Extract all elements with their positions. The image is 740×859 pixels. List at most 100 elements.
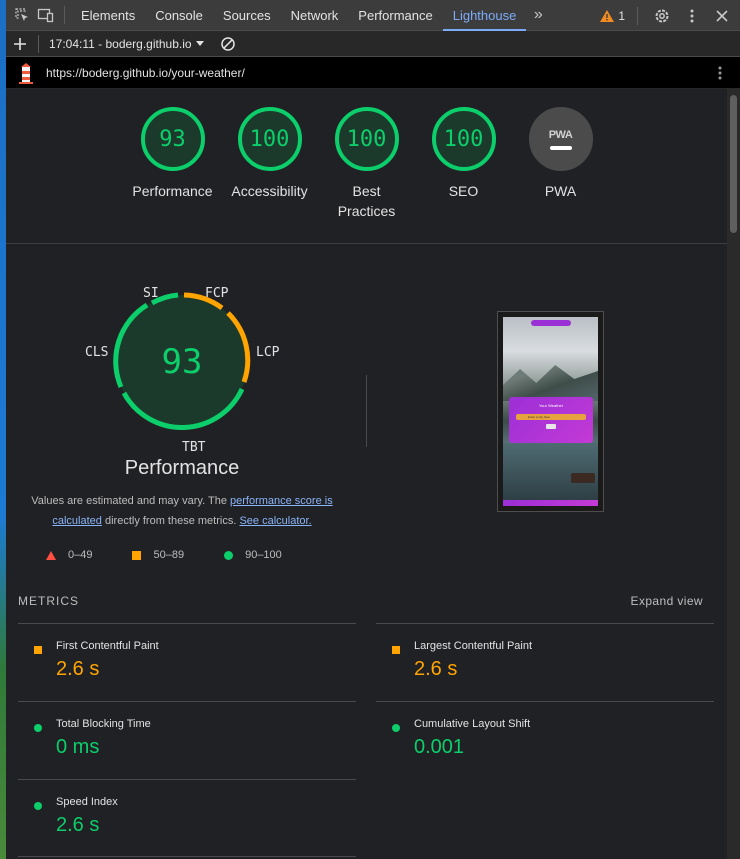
screenshot-input: Enter a city here	[516, 414, 586, 420]
report-menu-icon[interactable]	[718, 66, 722, 83]
close-devtools-icon[interactable]	[710, 4, 734, 28]
average-square-icon	[392, 646, 400, 654]
vertical-divider	[366, 375, 367, 447]
gauge-label: SEO	[448, 183, 479, 199]
metric-largest-contentful-paint: Largest Contentful Paint 2.6 s	[376, 623, 714, 701]
expand-view-toggle[interactable]: Expand view	[631, 594, 703, 608]
lighthouse-toolbar: 17:04:11 - boderg.github.io	[6, 31, 740, 57]
section-divider	[6, 243, 727, 244]
pwa-dash-icon	[549, 145, 572, 150]
gauge-label-si: SI	[143, 286, 159, 301]
tab-sources[interactable]: Sources	[213, 0, 281, 31]
score-legend: 0–49 50–89 90–100	[46, 549, 282, 561]
tab-console[interactable]: Console	[145, 0, 213, 31]
legend-pass: 90–100	[224, 549, 282, 561]
warning-count: 1	[618, 8, 625, 23]
screenshot-boat	[571, 473, 595, 483]
gauge-score: 93	[140, 107, 205, 171]
legend-fail: 0–49	[46, 549, 92, 561]
pass-circle-icon	[34, 802, 42, 810]
metric-value: 0.001	[414, 736, 465, 758]
settings-gear-icon[interactable]	[650, 4, 674, 28]
screenshot-input-text: Enter a city here	[528, 415, 550, 419]
metric-value: 0 ms	[56, 736, 100, 758]
metric-name: Speed Index	[56, 796, 118, 808]
gauge-seo[interactable]: 100 SEO	[431, 107, 496, 221]
gauge-label-fcp: FCP	[205, 286, 229, 301]
see-calculator-link[interactable]: See calculator.	[239, 515, 311, 527]
metric-name: Largest Contentful Paint	[414, 640, 533, 652]
pwa-badge: PWA	[528, 107, 593, 171]
gauge-score: 100	[431, 107, 496, 171]
inspect-element-icon[interactable]	[10, 3, 34, 27]
legend-pass-label: 90–100	[245, 549, 282, 561]
gauge-accessibility[interactable]: 100 Accessibility	[231, 107, 308, 221]
toolbar2-separator	[38, 34, 39, 53]
device-toolbar-icon[interactable]	[34, 3, 58, 27]
clear-reports-icon[interactable]	[216, 32, 240, 56]
legend-average: 50–89	[132, 549, 184, 561]
gauge-pwa[interactable]: PWA PWA	[528, 107, 593, 221]
performance-metric-gauge: 93	[113, 292, 251, 430]
legend-fail-label: 0–49	[68, 549, 93, 561]
tab-separator	[64, 6, 65, 24]
metric-name: First Contentful Paint	[56, 640, 159, 652]
gauge-score: 100	[334, 107, 399, 171]
chevron-down-icon	[195, 40, 204, 46]
more-options-icon[interactable]	[680, 4, 704, 28]
tab-network[interactable]: Network	[281, 0, 349, 31]
gauge-label: Best Practices	[337, 183, 396, 219]
final-screenshot[interactable]: Your Weather Enter a city here	[497, 311, 604, 512]
gauge-best-practices[interactable]: 100 Best Practices	[334, 107, 399, 221]
pass-circle-icon	[34, 724, 42, 732]
screenshot-mountains	[503, 365, 598, 401]
report-url-bar: https://boderg.github.io/your-weather/	[6, 57, 740, 88]
screenshot-top-pill	[531, 320, 571, 326]
more-tabs-icon[interactable]: »	[526, 3, 550, 27]
metric-first-contentful-paint: First Contentful Paint 2.6 s	[18, 623, 356, 701]
gauge-label-lcp: LCP	[256, 345, 280, 360]
tab-lighthouse[interactable]: Lighthouse	[442, 0, 527, 31]
main-gauge-score: 93	[162, 342, 203, 382]
metric-value: 2.6 s	[56, 658, 100, 680]
scrollbar-thumb[interactable]	[730, 95, 737, 233]
tab-performance[interactable]: Performance	[348, 0, 442, 31]
legend-average-label: 50–89	[153, 549, 185, 561]
toolbar-separator	[637, 6, 638, 25]
screenshot-title: Your Weather	[538, 403, 564, 408]
gauge-label-tbt: TBT	[182, 440, 206, 455]
average-square-icon	[34, 646, 42, 654]
pwa-badge-text: PWA	[548, 128, 573, 141]
report-url[interactable]: https://boderg.github.io/your-weather/	[46, 66, 245, 80]
tab-elements[interactable]: Elements	[71, 0, 145, 31]
report-selector[interactable]: 17:04:11 - boderg.github.io	[49, 37, 204, 51]
note-text-2: directly from these metrics.	[101, 515, 240, 527]
metric-cumulative-layout-shift: Cumulative Layout Shift 0.001	[376, 701, 714, 779]
metric-speed-index: Speed Index 2.6 s	[18, 779, 356, 857]
screenshot-weather-card: Your Weather Enter a city here	[509, 397, 593, 443]
average-square-icon	[132, 550, 142, 560]
lighthouse-logo-icon	[18, 62, 34, 84]
gauge-label-cls: CLS	[85, 345, 109, 360]
devtools-tab-bar: Elements Console Sources Network Perform…	[6, 0, 740, 31]
performance-title: Performance	[124, 457, 240, 479]
metric-name: Cumulative Layout Shift	[414, 718, 531, 730]
lighthouse-report: 93 Performance 100 Accessibility 100 Bes…	[6, 89, 727, 859]
gauge-label: Performance	[132, 183, 213, 199]
fail-triangle-icon	[46, 550, 56, 560]
metric-total-blocking-time: Total Blocking Time 0 ms	[18, 701, 356, 779]
warnings-badge[interactable]: 1	[600, 9, 625, 23]
pass-circle-icon	[392, 724, 400, 732]
gauge-label: PWA	[544, 183, 577, 199]
new-report-plus-icon[interactable]	[8, 32, 32, 56]
metric-value: 2.6 s	[56, 814, 100, 836]
report-scrollbar[interactable]	[727, 89, 740, 859]
category-gauges: 93 Performance 100 Accessibility 100 Bes…	[6, 107, 727, 221]
gauge-performance[interactable]: 93 Performance	[132, 107, 213, 221]
metrics-note: Values are estimated and may vary. The p…	[18, 491, 346, 531]
gauge-label: Accessibility	[231, 183, 308, 199]
devtools-window: Elements Console Sources Network Perform…	[6, 0, 740, 859]
metric-value: 2.6 s	[414, 658, 458, 680]
screenshot-image: Your Weather Enter a city here	[503, 317, 598, 506]
screenshot-lake	[503, 443, 598, 501]
